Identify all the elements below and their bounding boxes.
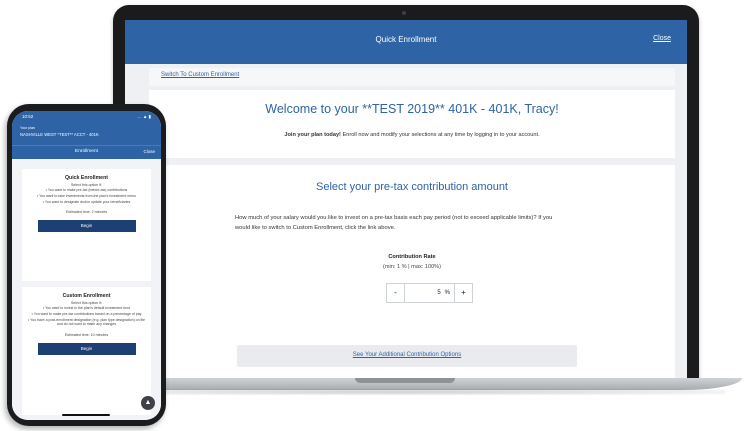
- quick-enrollment-card: Quick Enrollment Select this option if: …: [22, 169, 151, 281]
- signal-icon: … ▲ ▮: [137, 114, 151, 119]
- custom-begin-button[interactable]: Begin: [37, 343, 136, 356]
- custom-sub: Select this option if:: [70, 301, 103, 305]
- laptop-camera: [402, 11, 406, 15]
- laptop-shadow: [70, 389, 725, 395]
- welcome-panel: Welcome to your **TEST 2019** 401K - 401…: [149, 90, 675, 158]
- section-description: How much of your salary would you like t…: [235, 215, 553, 231]
- quick-sub: Select this option if:: [70, 183, 103, 187]
- quick-bullet: • You want to take investments from the …: [37, 193, 136, 198]
- contribution-section: Select your pre-tax contribution amount …: [149, 165, 675, 378]
- custom-bullet: • You want to invest in the plan's defau…: [42, 306, 131, 310]
- welcome-bold: Join your plan today!: [284, 132, 341, 138]
- custom-enrollment-card: Custom Enrollment Select this option if:…: [22, 287, 151, 415]
- rate-unit: %: [444, 290, 450, 296]
- quick-begin-button[interactable]: Begin: [37, 220, 136, 233]
- decrement-button[interactable]: -: [387, 284, 405, 302]
- custom-time: Estimated time: 10 minutes: [64, 333, 109, 338]
- welcome-title: Welcome to your **TEST 2019** 401K - 401…: [265, 102, 559, 116]
- page-title: Quick Enrollment: [375, 35, 437, 44]
- contribution-rate-stepper: - 5% +: [386, 283, 473, 303]
- quick-title: Quick Enrollment: [65, 175, 108, 181]
- plan-name: NASHVILLE WEST *TEST** ACCT - 401K: [20, 132, 99, 137]
- welcome-text: Join your plan today! Enroll now and mod…: [149, 132, 675, 138]
- phone-header: Enrollment Close: [12, 145, 161, 159]
- phone-close-link[interactable]: Close: [143, 149, 155, 154]
- home-indicator: [62, 414, 110, 416]
- increment-button[interactable]: +: [454, 284, 472, 302]
- rate-value-field[interactable]: 5%: [405, 284, 454, 302]
- scroll-top-icon[interactable]: ▲: [141, 396, 155, 410]
- custom-title: Custom Enrollment: [62, 293, 111, 299]
- laptop-notch: [355, 378, 455, 383]
- rate-value: 5: [437, 290, 441, 296]
- switch-to-custom-link[interactable]: Switch To Custom Enrollment: [161, 72, 239, 78]
- quick-bullet: • You want to designate and/or update yo…: [42, 199, 131, 204]
- phone-status-bar: 10:52 … ▲ ▮: [12, 111, 161, 123]
- phone-content: Quick Enrollment Select this option if: …: [12, 159, 161, 420]
- plan-label: Your plan: [20, 126, 36, 130]
- phone-title: Enrollment: [75, 149, 98, 154]
- custom-bullet: • You have a post-enrollment designation…: [28, 317, 145, 327]
- close-link[interactable]: Close: [653, 35, 671, 42]
- rate-range: (min: 1 % | max: 100%): [382, 264, 442, 270]
- switch-bar: Switch To Custom Enrollment: [149, 68, 675, 86]
- custom-bullet: • You want to make pre-tax contributions…: [31, 311, 142, 316]
- additional-options-bar: See Your Additional Contribution Options: [237, 345, 577, 367]
- quick-bullet: • You want to make pre-tax (before-tax) …: [45, 188, 128, 192]
- rate-label: Contribution Rate: [388, 254, 436, 260]
- laptop-screen: Quick Enrollment Close Switch To Custom …: [125, 20, 687, 378]
- welcome-body: Enroll now and modify your selections at…: [340, 132, 540, 138]
- phone-screen: 10:52 … ▲ ▮ Your plan NASHVILLE WEST *TE…: [12, 111, 161, 420]
- device-mockup: Quick Enrollment Close Switch To Custom …: [0, 0, 746, 431]
- section-title: Select your pre-tax contribution amount: [316, 181, 508, 193]
- enrollment-header: Quick Enrollment Close: [125, 20, 687, 64]
- quick-time: Estimated time: 2 minutes: [65, 210, 108, 215]
- additional-options-link[interactable]: See Your Additional Contribution Options: [237, 352, 577, 358]
- plan-banner: Your plan NASHVILLE WEST *TEST** ACCT - …: [12, 123, 161, 145]
- status-time: 10:52: [22, 114, 34, 119]
